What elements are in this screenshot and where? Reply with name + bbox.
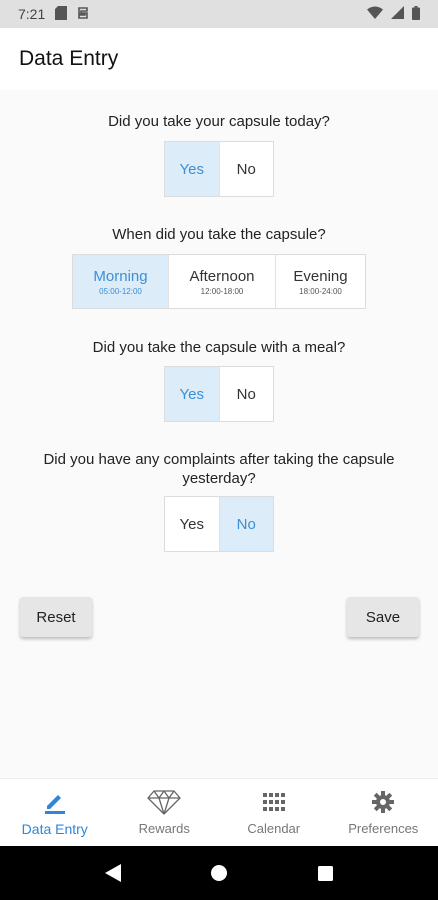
nav-label-preferences: Preferences xyxy=(348,821,419,836)
home-button[interactable] xyxy=(199,853,239,893)
grid-icon xyxy=(262,789,285,815)
back-button[interactable] xyxy=(93,853,133,893)
complaints-no-button[interactable]: No xyxy=(219,497,273,551)
status-bar: 7:21 xyxy=(0,0,438,28)
status-time: 7:21 xyxy=(18,6,46,22)
page-title: Data Entry xyxy=(19,47,119,70)
nav-label-calendar: Calendar xyxy=(247,821,301,836)
battery-icon xyxy=(412,5,420,23)
signal-icon xyxy=(391,6,404,22)
nav-item-data-entry[interactable]: Data Entry xyxy=(0,779,110,846)
time-afternoon-button[interactable]: Afternoon 12:00-18:00 xyxy=(169,255,276,308)
recents-button[interactable] xyxy=(305,853,345,893)
reset-button[interactable]: Reset xyxy=(20,597,92,637)
nav-label-rewards: Rewards xyxy=(138,821,190,836)
gear-icon xyxy=(372,789,395,815)
pencil-icon xyxy=(43,789,67,815)
capsule-today-no-button[interactable]: No xyxy=(220,142,274,196)
nav-item-preferences[interactable]: Preferences xyxy=(329,779,438,846)
capsule-time-toggle: Morning 05:00-12:00 Afternoon 12:00-18:0… xyxy=(72,254,366,309)
sd-card-icon xyxy=(55,5,68,23)
nav-item-calendar[interactable]: Calendar xyxy=(219,779,329,846)
time-evening-button[interactable]: Evening 18:00-24:00 xyxy=(276,255,365,308)
time-morning-button[interactable]: Morning 05:00-12:00 xyxy=(73,255,169,308)
capsule-today-yes-button[interactable]: Yes xyxy=(165,142,220,196)
time-afternoon-label: Afternoon xyxy=(189,267,255,285)
time-evening-range: 18:00-24:00 xyxy=(299,286,342,296)
back-triangle-icon xyxy=(105,864,121,882)
wifi-icon xyxy=(367,6,383,22)
question-capsule-time: When did you take the capsule? xyxy=(112,226,326,243)
question-with-meal: Did you take the capsule with a meal? xyxy=(92,339,346,356)
with-meal-toggle: Yes No xyxy=(164,366,274,422)
bottom-navigation: Data Entry Rewards Calendar Preferences xyxy=(0,778,438,846)
diamond-icon xyxy=(147,789,181,815)
nav-label-data-entry: Data Entry xyxy=(21,820,88,837)
sync-icon xyxy=(77,6,89,23)
recents-square-icon xyxy=(317,865,333,881)
question-capsule-today: Did you take your capsule today? xyxy=(108,113,330,130)
capsule-today-toggle: Yes No xyxy=(164,141,274,197)
complaints-toggle: Yes No xyxy=(164,496,274,552)
with-meal-no-button[interactable]: No xyxy=(220,367,274,421)
time-morning-range: 05:00-12:00 xyxy=(99,286,142,296)
question-complaints: Did you have any complaints after taking… xyxy=(43,451,395,487)
time-morning-label: Morning xyxy=(93,267,148,285)
home-circle-icon xyxy=(211,865,227,881)
nav-item-rewards[interactable]: Rewards xyxy=(110,779,220,846)
time-evening-label: Evening xyxy=(293,267,348,285)
data-entry-form: Did you take your capsule today? Yes No … xyxy=(0,90,438,778)
app-bar: Data Entry xyxy=(0,28,438,90)
complaints-yes-button[interactable]: Yes xyxy=(165,497,220,551)
time-afternoon-range: 12:00-18:00 xyxy=(200,286,244,296)
system-navigation-bar xyxy=(0,846,438,900)
save-button[interactable]: Save xyxy=(347,597,419,637)
with-meal-yes-button[interactable]: Yes xyxy=(165,367,220,421)
